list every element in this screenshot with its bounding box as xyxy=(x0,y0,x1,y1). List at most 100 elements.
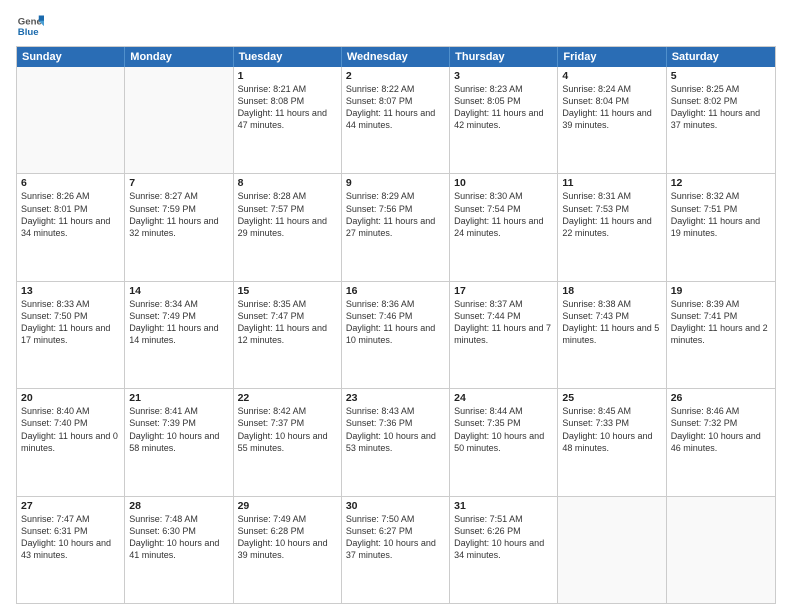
day-number: 14 xyxy=(129,285,228,297)
calendar: SundayMondayTuesdayWednesdayThursdayFrid… xyxy=(16,46,776,604)
calendar-day-31: 31Sunrise: 7:51 AM Sunset: 6:26 PM Dayli… xyxy=(450,497,558,603)
calendar-day-7: 7Sunrise: 8:27 AM Sunset: 7:59 PM Daylig… xyxy=(125,174,233,280)
calendar-day-13: 13Sunrise: 8:33 AM Sunset: 7:50 PM Dayli… xyxy=(17,282,125,388)
day-info: Sunrise: 8:36 AM Sunset: 7:46 PM Dayligh… xyxy=(346,298,445,347)
calendar-header: SundayMondayTuesdayWednesdayThursdayFrid… xyxy=(17,47,775,67)
day-number: 12 xyxy=(671,177,771,189)
day-number: 29 xyxy=(238,500,337,512)
day-number: 10 xyxy=(454,177,553,189)
day-number: 31 xyxy=(454,500,553,512)
header-day-saturday: Saturday xyxy=(667,47,775,67)
calendar-week-3: 13Sunrise: 8:33 AM Sunset: 7:50 PM Dayli… xyxy=(17,281,775,388)
day-info: Sunrise: 8:24 AM Sunset: 8:04 PM Dayligh… xyxy=(562,83,661,132)
calendar-day-14: 14Sunrise: 8:34 AM Sunset: 7:49 PM Dayli… xyxy=(125,282,233,388)
header-day-friday: Friday xyxy=(558,47,666,67)
day-number: 15 xyxy=(238,285,337,297)
day-number: 2 xyxy=(346,70,445,82)
calendar-day-17: 17Sunrise: 8:37 AM Sunset: 7:44 PM Dayli… xyxy=(450,282,558,388)
calendar-day-20: 20Sunrise: 8:40 AM Sunset: 7:40 PM Dayli… xyxy=(17,389,125,495)
header-day-monday: Monday xyxy=(125,47,233,67)
calendar-day-1: 1Sunrise: 8:21 AM Sunset: 8:08 PM Daylig… xyxy=(234,67,342,173)
day-info: Sunrise: 8:34 AM Sunset: 7:49 PM Dayligh… xyxy=(129,298,228,347)
calendar-day-11: 11Sunrise: 8:31 AM Sunset: 7:53 PM Dayli… xyxy=(558,174,666,280)
day-number: 22 xyxy=(238,392,337,404)
day-number: 9 xyxy=(346,177,445,189)
calendar-day-22: 22Sunrise: 8:42 AM Sunset: 7:37 PM Dayli… xyxy=(234,389,342,495)
calendar-day-empty xyxy=(667,497,775,603)
calendar-week-1: 1Sunrise: 8:21 AM Sunset: 8:08 PM Daylig… xyxy=(17,67,775,173)
day-info: Sunrise: 8:27 AM Sunset: 7:59 PM Dayligh… xyxy=(129,190,228,239)
calendar-day-12: 12Sunrise: 8:32 AM Sunset: 7:51 PM Dayli… xyxy=(667,174,775,280)
day-number: 24 xyxy=(454,392,553,404)
day-number: 3 xyxy=(454,70,553,82)
day-number: 8 xyxy=(238,177,337,189)
calendar-day-empty xyxy=(558,497,666,603)
calendar-day-27: 27Sunrise: 7:47 AM Sunset: 6:31 PM Dayli… xyxy=(17,497,125,603)
day-number: 20 xyxy=(21,392,120,404)
day-number: 17 xyxy=(454,285,553,297)
day-info: Sunrise: 8:46 AM Sunset: 7:32 PM Dayligh… xyxy=(671,405,771,454)
day-number: 6 xyxy=(21,177,120,189)
day-info: Sunrise: 8:39 AM Sunset: 7:41 PM Dayligh… xyxy=(671,298,771,347)
calendar-day-24: 24Sunrise: 8:44 AM Sunset: 7:35 PM Dayli… xyxy=(450,389,558,495)
header-day-wednesday: Wednesday xyxy=(342,47,450,67)
day-number: 25 xyxy=(562,392,661,404)
day-info: Sunrise: 8:43 AM Sunset: 7:36 PM Dayligh… xyxy=(346,405,445,454)
calendar-day-empty xyxy=(125,67,233,173)
day-info: Sunrise: 8:40 AM Sunset: 7:40 PM Dayligh… xyxy=(21,405,120,454)
header-day-tuesday: Tuesday xyxy=(234,47,342,67)
day-info: Sunrise: 8:30 AM Sunset: 7:54 PM Dayligh… xyxy=(454,190,553,239)
calendar-day-26: 26Sunrise: 8:46 AM Sunset: 7:32 PM Dayli… xyxy=(667,389,775,495)
day-number: 5 xyxy=(671,70,771,82)
day-number: 28 xyxy=(129,500,228,512)
day-number: 11 xyxy=(562,177,661,189)
header-day-thursday: Thursday xyxy=(450,47,558,67)
calendar-day-9: 9Sunrise: 8:29 AM Sunset: 7:56 PM Daylig… xyxy=(342,174,450,280)
calendar-day-3: 3Sunrise: 8:23 AM Sunset: 8:05 PM Daylig… xyxy=(450,67,558,173)
day-number: 19 xyxy=(671,285,771,297)
calendar-day-29: 29Sunrise: 7:49 AM Sunset: 6:28 PM Dayli… xyxy=(234,497,342,603)
day-info: Sunrise: 8:44 AM Sunset: 7:35 PM Dayligh… xyxy=(454,405,553,454)
day-info: Sunrise: 7:49 AM Sunset: 6:28 PM Dayligh… xyxy=(238,513,337,562)
day-number: 26 xyxy=(671,392,771,404)
day-info: Sunrise: 8:29 AM Sunset: 7:56 PM Dayligh… xyxy=(346,190,445,239)
day-info: Sunrise: 7:51 AM Sunset: 6:26 PM Dayligh… xyxy=(454,513,553,562)
calendar-day-19: 19Sunrise: 8:39 AM Sunset: 7:41 PM Dayli… xyxy=(667,282,775,388)
calendar-day-18: 18Sunrise: 8:38 AM Sunset: 7:43 PM Dayli… xyxy=(558,282,666,388)
day-number: 7 xyxy=(129,177,228,189)
calendar-day-5: 5Sunrise: 8:25 AM Sunset: 8:02 PM Daylig… xyxy=(667,67,775,173)
calendar-week-5: 27Sunrise: 7:47 AM Sunset: 6:31 PM Dayli… xyxy=(17,496,775,603)
day-info: Sunrise: 7:47 AM Sunset: 6:31 PM Dayligh… xyxy=(21,513,120,562)
calendar-day-23: 23Sunrise: 8:43 AM Sunset: 7:36 PM Dayli… xyxy=(342,389,450,495)
day-info: Sunrise: 8:28 AM Sunset: 7:57 PM Dayligh… xyxy=(238,190,337,239)
calendar-day-30: 30Sunrise: 7:50 AM Sunset: 6:27 PM Dayli… xyxy=(342,497,450,603)
day-info: Sunrise: 8:37 AM Sunset: 7:44 PM Dayligh… xyxy=(454,298,553,347)
day-info: Sunrise: 8:45 AM Sunset: 7:33 PM Dayligh… xyxy=(562,405,661,454)
day-info: Sunrise: 7:50 AM Sunset: 6:27 PM Dayligh… xyxy=(346,513,445,562)
logo-icon: General Blue xyxy=(16,12,44,40)
day-number: 21 xyxy=(129,392,228,404)
day-info: Sunrise: 8:33 AM Sunset: 7:50 PM Dayligh… xyxy=(21,298,120,347)
header-day-sunday: Sunday xyxy=(17,47,125,67)
day-info: Sunrise: 8:38 AM Sunset: 7:43 PM Dayligh… xyxy=(562,298,661,347)
calendar-week-2: 6Sunrise: 8:26 AM Sunset: 8:01 PM Daylig… xyxy=(17,173,775,280)
day-number: 18 xyxy=(562,285,661,297)
day-info: Sunrise: 8:31 AM Sunset: 7:53 PM Dayligh… xyxy=(562,190,661,239)
calendar-day-4: 4Sunrise: 8:24 AM Sunset: 8:04 PM Daylig… xyxy=(558,67,666,173)
day-number: 4 xyxy=(562,70,661,82)
calendar-day-empty xyxy=(17,67,125,173)
calendar-day-10: 10Sunrise: 8:30 AM Sunset: 7:54 PM Dayli… xyxy=(450,174,558,280)
calendar-day-2: 2Sunrise: 8:22 AM Sunset: 8:07 PM Daylig… xyxy=(342,67,450,173)
calendar-day-28: 28Sunrise: 7:48 AM Sunset: 6:30 PM Dayli… xyxy=(125,497,233,603)
calendar-day-6: 6Sunrise: 8:26 AM Sunset: 8:01 PM Daylig… xyxy=(17,174,125,280)
day-number: 30 xyxy=(346,500,445,512)
calendar-day-25: 25Sunrise: 8:45 AM Sunset: 7:33 PM Dayli… xyxy=(558,389,666,495)
day-number: 16 xyxy=(346,285,445,297)
page-header: General Blue xyxy=(16,12,776,40)
svg-text:Blue: Blue xyxy=(18,27,39,38)
calendar-day-8: 8Sunrise: 8:28 AM Sunset: 7:57 PM Daylig… xyxy=(234,174,342,280)
calendar-day-15: 15Sunrise: 8:35 AM Sunset: 7:47 PM Dayli… xyxy=(234,282,342,388)
day-number: 1 xyxy=(238,70,337,82)
day-number: 13 xyxy=(21,285,120,297)
day-info: Sunrise: 8:23 AM Sunset: 8:05 PM Dayligh… xyxy=(454,83,553,132)
